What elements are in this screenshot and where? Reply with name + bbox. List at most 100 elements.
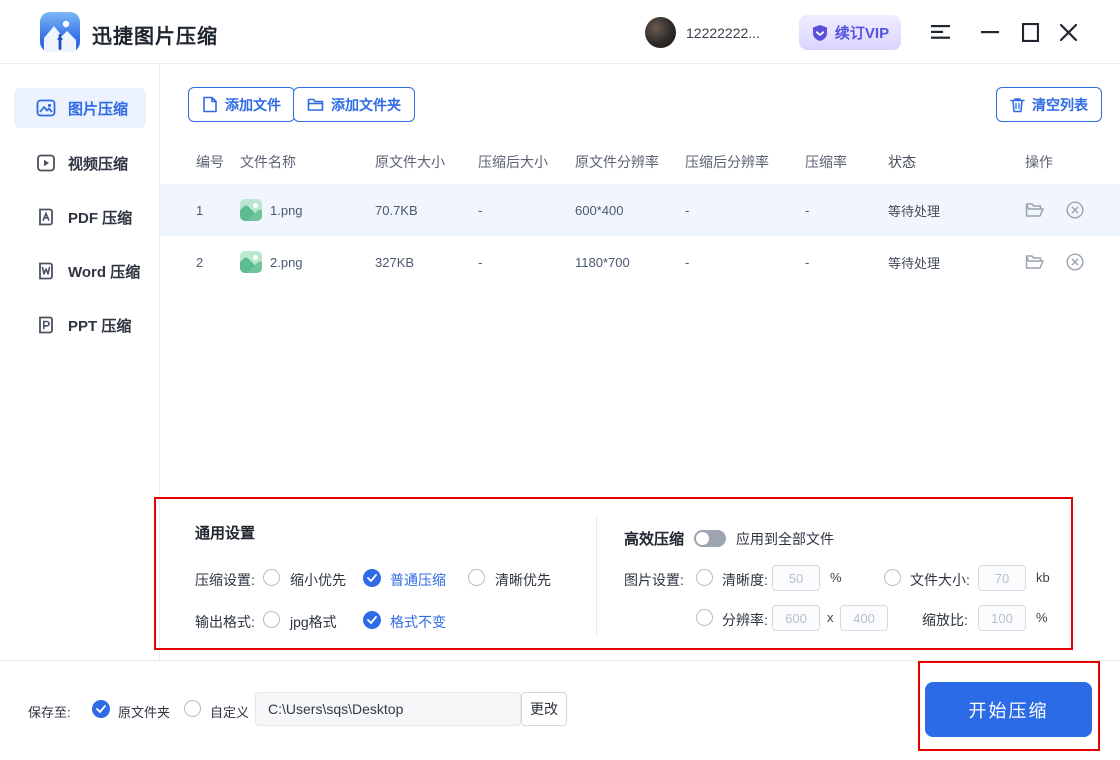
table-header: 编号 文件名称 原文件大小 压缩后大小 原文件分辨率 压缩后分辨率 压缩率 状态…	[160, 140, 1120, 184]
open-folder-icon[interactable]	[1025, 254, 1044, 270]
cell-status: 等待处理	[888, 253, 1025, 272]
open-folder-icon[interactable]	[1025, 202, 1044, 218]
sidebar-item-pdf-compress[interactable]: PDF 压缩	[14, 197, 146, 237]
user-avatar[interactable]	[645, 17, 676, 48]
sidebar-item-image-compress[interactable]: 图片压缩	[14, 88, 146, 128]
sidebar-item-video-compress[interactable]: 视频压缩	[14, 143, 146, 183]
remove-file-icon[interactable]	[1066, 253, 1084, 271]
add-file-button[interactable]: 添加文件	[188, 87, 295, 122]
shrink-priority-label[interactable]: 缩小优先	[290, 570, 346, 590]
image-thumbnail-icon	[240, 251, 262, 273]
image-thumbnail-icon	[240, 199, 262, 221]
scale-input[interactable]	[978, 605, 1026, 631]
check-icon	[96, 705, 106, 713]
radio-resolution[interactable]	[696, 609, 713, 626]
compress-setting-label: 压缩设置:	[195, 570, 255, 590]
minimize-icon[interactable]	[972, 0, 1008, 64]
sidebar-item-label: 视频压缩	[68, 153, 128, 174]
sidebar: 图片压缩 视频压缩 PDF 压缩 Word 压缩 PPT 压缩	[0, 65, 160, 660]
keep-format-label[interactable]: 格式不变	[390, 612, 446, 632]
radio-jpg-format[interactable]	[263, 611, 280, 628]
vip-badge-icon	[811, 24, 829, 42]
add-file-label: 添加文件	[225, 95, 281, 115]
renew-vip-button[interactable]: 续订VIP	[799, 15, 901, 50]
clarity-input[interactable]	[772, 565, 820, 591]
resolution-width-input[interactable]	[772, 605, 820, 631]
save-to-label: 保存至:	[28, 702, 71, 721]
pdf-file-icon	[36, 207, 56, 227]
col-header-ratio: 压缩率	[805, 152, 888, 172]
col-header-status: 状态	[888, 152, 1025, 172]
col-header-comp-res: 压缩后分辨率	[685, 152, 805, 172]
clear-list-button[interactable]: 清空列表	[996, 87, 1102, 122]
advanced-compress-title: 高效压缩	[624, 528, 684, 549]
start-compress-button[interactable]: 开始压缩	[925, 682, 1092, 737]
renew-vip-label: 续订VIP	[835, 22, 889, 43]
radio-shrink-priority[interactable]	[263, 569, 280, 586]
filesize-input[interactable]	[978, 565, 1026, 591]
col-header-no: 编号	[160, 152, 240, 172]
radio-original-folder[interactable]	[92, 700, 110, 718]
original-folder-label[interactable]: 原文件夹	[118, 702, 170, 721]
radio-clarity[interactable]	[696, 569, 713, 586]
clarity-label[interactable]: 清晰度:	[722, 570, 768, 590]
resolution-separator: x	[827, 610, 834, 625]
cell-comp-res: -	[685, 203, 805, 218]
radio-clarity-priority[interactable]	[468, 569, 485, 586]
clarity-unit: %	[830, 570, 842, 585]
close-icon[interactable]	[1050, 0, 1086, 64]
clear-list-label: 清空列表	[1032, 95, 1088, 115]
radio-custom-folder[interactable]	[184, 700, 201, 717]
sidebar-item-label: PDF 压缩	[68, 207, 132, 228]
radio-keep-format[interactable]	[363, 611, 381, 629]
sidebar-item-label: 图片压缩	[68, 98, 128, 119]
cell-filename: 2.png	[270, 255, 303, 270]
cell-orig-size: 327KB	[375, 255, 478, 270]
image-setting-label: 图片设置:	[624, 570, 684, 590]
sidebar-item-ppt-compress[interactable]: PPT 压缩	[14, 305, 146, 345]
sidebar-item-label: Word 压缩	[68, 261, 140, 282]
cell-orig-res: 1180*700	[575, 255, 685, 270]
apply-all-toggle[interactable]	[694, 530, 726, 547]
add-folder-label: 添加文件夹	[331, 95, 401, 115]
remove-file-icon[interactable]	[1066, 201, 1084, 219]
filesize-label[interactable]: 文件大小:	[910, 570, 970, 590]
col-header-orig-res: 原文件分辨率	[575, 152, 685, 172]
username-text: 12222222...	[686, 25, 760, 41]
radio-normal-compress[interactable]	[363, 569, 381, 587]
resolution-height-input[interactable]	[840, 605, 888, 631]
table-row: 1 1.png 70.7KB - 600*400 - - 等待处理	[160, 184, 1120, 236]
maximize-icon[interactable]	[1012, 0, 1048, 64]
radio-filesize[interactable]	[884, 569, 901, 586]
cell-no: 1	[160, 203, 240, 218]
file-plus-icon	[202, 96, 218, 113]
app-title: 迅捷图片压缩	[92, 20, 218, 49]
cell-ratio: -	[805, 203, 888, 218]
settings-divider	[596, 515, 597, 637]
save-path-input[interactable]	[255, 692, 521, 726]
app-logo-icon	[40, 12, 80, 52]
custom-folder-label[interactable]: 自定义	[210, 702, 249, 721]
jpg-format-label[interactable]: jpg格式	[290, 612, 337, 632]
change-path-button[interactable]: 更改	[521, 692, 567, 726]
cell-orig-size: 70.7KB	[375, 203, 478, 218]
col-header-orig-size: 原文件大小	[375, 152, 478, 172]
apply-all-label: 应用到全部文件	[736, 529, 834, 549]
general-settings-title: 通用设置	[195, 522, 255, 543]
word-file-icon	[36, 261, 56, 281]
add-folder-button[interactable]: 添加文件夹	[293, 87, 415, 122]
sidebar-item-word-compress[interactable]: Word 压缩	[14, 251, 146, 291]
normal-compress-label[interactable]: 普通压缩	[390, 570, 446, 590]
output-format-label: 输出格式:	[195, 612, 255, 632]
cell-comp-res: -	[685, 255, 805, 270]
clarity-priority-label[interactable]: 清晰优先	[495, 570, 551, 590]
ppt-file-icon	[36, 315, 56, 335]
scale-label: 缩放比:	[922, 610, 968, 630]
cell-filename: 1.png	[270, 203, 303, 218]
cell-ratio: -	[805, 255, 888, 270]
cell-comp-size: -	[478, 255, 575, 270]
folder-plus-icon	[307, 97, 324, 112]
menu-icon[interactable]	[922, 0, 958, 64]
resolution-label[interactable]: 分辨率:	[722, 610, 768, 630]
cell-no: 2	[160, 255, 240, 270]
